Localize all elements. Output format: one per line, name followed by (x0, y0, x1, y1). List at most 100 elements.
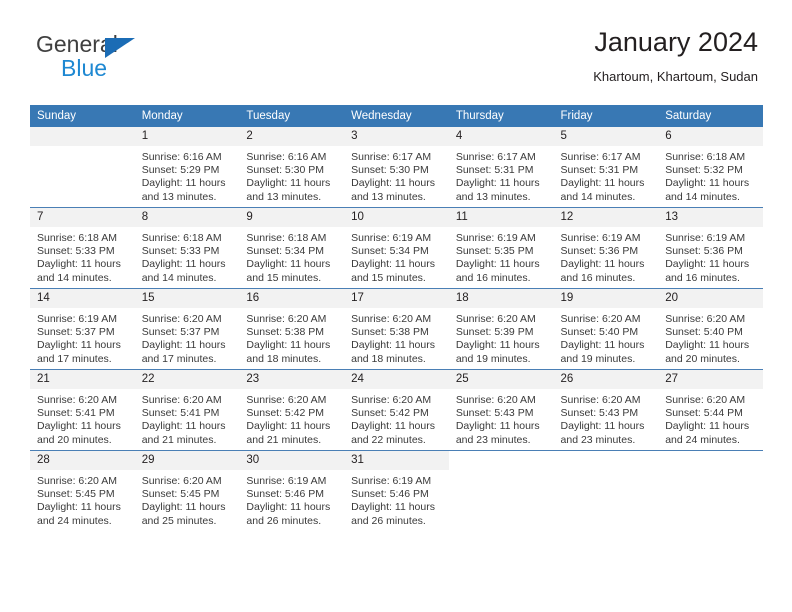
weekday-header-tuesday: Tuesday (239, 105, 345, 127)
day-cell-8[interactable]: 8 Sunrise: 6:18 AM Sunset: 5:33 PM Daylight… (134, 207, 240, 289)
daylight-text-line1: Daylight: 11 hours (246, 258, 331, 271)
day-cell-2[interactable]: 2 Sunrise: 6:16 AM Sunset: 5:30 PM Daylight… (239, 127, 345, 208)
sunset-text: Sunset: 5:40 PM (665, 326, 743, 339)
day-number (553, 451, 659, 470)
day-cell-14[interactable]: 14 Sunrise: 6:19 AM Sunset: 5:37 PM Dayligh… (30, 288, 135, 370)
day-info: Sunrise: 6:20 AM Sunset: 5:45 PM Daylight:… (30, 470, 135, 528)
sunrise-text: Sunrise: 6:20 AM (246, 313, 327, 325)
sunrise-text: Sunrise: 6:20 AM (665, 394, 746, 406)
sunrise-text: Sunrise: 6:16 AM (141, 151, 222, 163)
daylight-text-line1: Daylight: 11 hours (560, 258, 645, 271)
daylight-text-line2: and 14 minutes. (665, 190, 740, 203)
daylight-text-line2: and 26 minutes. (246, 514, 322, 527)
sunset-text: Sunset: 5:34 PM (246, 245, 325, 258)
sunset-text: Sunset: 5:34 PM (351, 245, 429, 258)
day-cell-24[interactable]: 24 Sunrise: 6:20 AM Sunset: 5:42 PM Dayligh… (344, 369, 449, 451)
day-cell-9[interactable]: 9 Sunrise: 6:18 AM Sunset: 5:34 PM Daylight… (239, 207, 345, 289)
day-cell-11[interactable]: 11 Sunrise: 6:19 AM Sunset: 5:35 PM Dayligh… (448, 207, 554, 289)
sunrise-text: Sunrise: 6:20 AM (455, 394, 536, 406)
day-number (658, 451, 763, 470)
daylight-text-line2: and 14 minutes. (141, 271, 217, 284)
day-cell-17[interactable]: 17 Sunrise: 6:20 AM Sunset: 5:38 PM Dayligh… (344, 288, 449, 370)
day-cell-27[interactable]: 27 Sunrise: 6:20 AM Sunset: 5:44 PM Dayligh… (658, 369, 763, 451)
day-info: Sunrise: 6:17 AM Sunset: 5:31 PM Daylight:… (554, 146, 659, 204)
day-cell-empty (30, 127, 135, 208)
day-number: 19 (553, 289, 659, 308)
day-info: Sunrise: 6:20 AM Sunset: 5:40 PM Daylight:… (554, 308, 659, 366)
day-cell-7[interactable]: 7 Sunrise: 6:18 AM Sunset: 5:33 PM Daylight… (30, 207, 135, 289)
sunrise-text: Sunrise: 6:17 AM (351, 151, 432, 163)
calendar-table: Sunday Monday Tuesday Wednesday Thursday Frid… (30, 105, 763, 531)
day-cell-22[interactable]: 22 Sunrise: 6:20 AM Sunset: 5:41 PM Dayligh… (134, 369, 240, 451)
sunrise-text: Sunrise: 6:19 AM (351, 232, 432, 244)
day-cell-16[interactable]: 16 Sunrise: 6:20 AM Sunset: 5:38 PM Dayligh… (239, 288, 345, 370)
daylight-text-line1: Daylight: 11 hours (351, 339, 435, 352)
day-info: Sunrise: 6:20 AM Sunset: 5:42 PM Daylight:… (344, 389, 449, 447)
day-cell-5[interactable]: 5 Sunrise: 6:17 AM Sunset: 5:31 PM Daylight… (553, 127, 659, 208)
sunrise-text: Sunrise: 6:18 AM (37, 232, 117, 244)
day-number: 16 (239, 289, 345, 308)
day-number: 1 (134, 127, 240, 146)
daylight-text-line1: Daylight: 11 hours (665, 258, 750, 271)
sunrise-text: Sunrise: 6:19 AM (665, 232, 746, 244)
day-cell-21[interactable]: 21 Sunrise: 6:20 AM Sunset: 5:41 PM Dayligh… (30, 369, 135, 451)
daylight-text-line1: Daylight: 11 hours (141, 501, 226, 514)
day-info: Sunrise: 6:20 AM Sunset: 5:38 PM Daylight:… (344, 308, 449, 366)
sunrise-text: Sunrise: 6:20 AM (351, 394, 432, 406)
day-cell-6[interactable]: 6 Sunrise: 6:18 AM Sunset: 5:32 PM Daylight… (658, 127, 763, 208)
day-number: 10 (344, 208, 449, 227)
daylight-text-line1: Daylight: 11 hours (351, 177, 435, 190)
sunset-text: Sunset: 5:42 PM (246, 407, 325, 420)
day-cell-12[interactable]: 12 Sunrise: 6:19 AM Sunset: 5:36 PM Dayligh… (553, 207, 659, 289)
daylight-text-line2: and 24 minutes. (37, 514, 112, 527)
sunset-text: Sunset: 5:33 PM (141, 245, 220, 258)
day-info: Sunrise: 6:19 AM Sunset: 5:46 PM Daylight:… (239, 470, 344, 528)
daylight-text-line1: Daylight: 11 hours (351, 420, 435, 433)
day-cell-13[interactable]: 13 Sunrise: 6:19 AM Sunset: 5:36 PM Dayligh… (658, 207, 763, 289)
day-info: Sunrise: 6:18 AM Sunset: 5:32 PM Daylight:… (658, 146, 763, 204)
sunset-text: Sunset: 5:45 PM (37, 488, 115, 501)
sunset-text: Sunset: 5:37 PM (37, 326, 115, 339)
weekday-header-sunday: Sunday (30, 105, 135, 127)
daylight-text-line1: Daylight: 11 hours (560, 420, 645, 433)
day-cell-15[interactable]: 15 Sunrise: 6:20 AM Sunset: 5:37 PM Dayligh… (134, 288, 240, 370)
sunrise-text: Sunrise: 6:19 AM (37, 313, 117, 325)
day-cell-18[interactable]: 18 Sunrise: 6:20 AM Sunset: 5:39 PM Dayligh… (448, 288, 554, 370)
sunrise-text: Sunrise: 6:19 AM (455, 232, 536, 244)
day-number: 26 (553, 370, 659, 389)
sunrise-text: Sunrise: 6:20 AM (246, 394, 327, 406)
day-cell-20[interactable]: 20 Sunrise: 6:20 AM Sunset: 5:40 PM Dayligh… (658, 288, 763, 370)
day-number: 30 (239, 451, 345, 470)
day-cell-28[interactable]: 28 Sunrise: 6:20 AM Sunset: 5:45 PM Dayligh… (30, 450, 135, 531)
daylight-text-line2: and 13 minutes. (246, 190, 322, 203)
day-cell-19[interactable]: 19 Sunrise: 6:20 AM Sunset: 5:40 PM Dayligh… (553, 288, 659, 370)
general-blue-logo[interactable]: General Blue (36, 33, 236, 89)
day-cell-1[interactable]: 1 Sunrise: 6:16 AM Sunset: 5:29 PM Daylight… (134, 127, 240, 208)
sunrise-text: Sunrise: 6:20 AM (37, 475, 117, 487)
day-cell-31[interactable]: 31 Sunrise: 6:19 AM Sunset: 5:46 PM Dayligh… (344, 450, 449, 531)
daylight-text-line2: and 15 minutes. (351, 271, 426, 284)
day-cell-23[interactable]: 23 Sunrise: 6:20 AM Sunset: 5:42 PM Dayligh… (239, 369, 345, 451)
sunrise-text: Sunrise: 6:19 AM (246, 475, 327, 487)
day-number: 7 (30, 208, 135, 227)
day-cell-4[interactable]: 4 Sunrise: 6:17 AM Sunset: 5:31 PM Daylight… (448, 127, 554, 208)
day-cell-29[interactable]: 29 Sunrise: 6:20 AM Sunset: 5:45 PM Dayligh… (134, 450, 240, 531)
day-cell-10[interactable]: 10 Sunrise: 6:19 AM Sunset: 5:34 PM Dayligh… (344, 207, 449, 289)
daylight-text-line1: Daylight: 11 hours (141, 177, 226, 190)
day-number (30, 127, 135, 146)
sunset-text: Sunset: 5:38 PM (351, 326, 429, 339)
day-info: Sunrise: 6:19 AM Sunset: 5:37 PM Daylight:… (30, 308, 135, 366)
sunrise-text: Sunrise: 6:20 AM (141, 394, 222, 406)
calendar-page: General Blue January 2024 Khartoum, Khar… (0, 0, 792, 612)
day-number: 20 (658, 289, 763, 308)
sunrise-text: Sunrise: 6:20 AM (455, 313, 536, 325)
daylight-text-line2: and 14 minutes. (560, 190, 636, 203)
sunrise-text: Sunrise: 6:20 AM (560, 394, 641, 406)
day-cell-26[interactable]: 26 Sunrise: 6:20 AM Sunset: 5:43 PM Dayligh… (553, 369, 659, 451)
day-cell-30[interactable]: 30 Sunrise: 6:19 AM Sunset: 5:46 PM Dayligh… (239, 450, 345, 531)
weekday-header-wednesday: Wednesday (344, 105, 449, 127)
day-cell-3[interactable]: 3 Sunrise: 6:17 AM Sunset: 5:30 PM Daylight… (344, 127, 449, 208)
day-number: 11 (448, 208, 554, 227)
title-block: January 2024 Khartoum, Khartoum, Sudan (593, 27, 758, 83)
day-cell-25[interactable]: 25 Sunrise: 6:20 AM Sunset: 5:43 PM Dayligh… (448, 369, 554, 451)
